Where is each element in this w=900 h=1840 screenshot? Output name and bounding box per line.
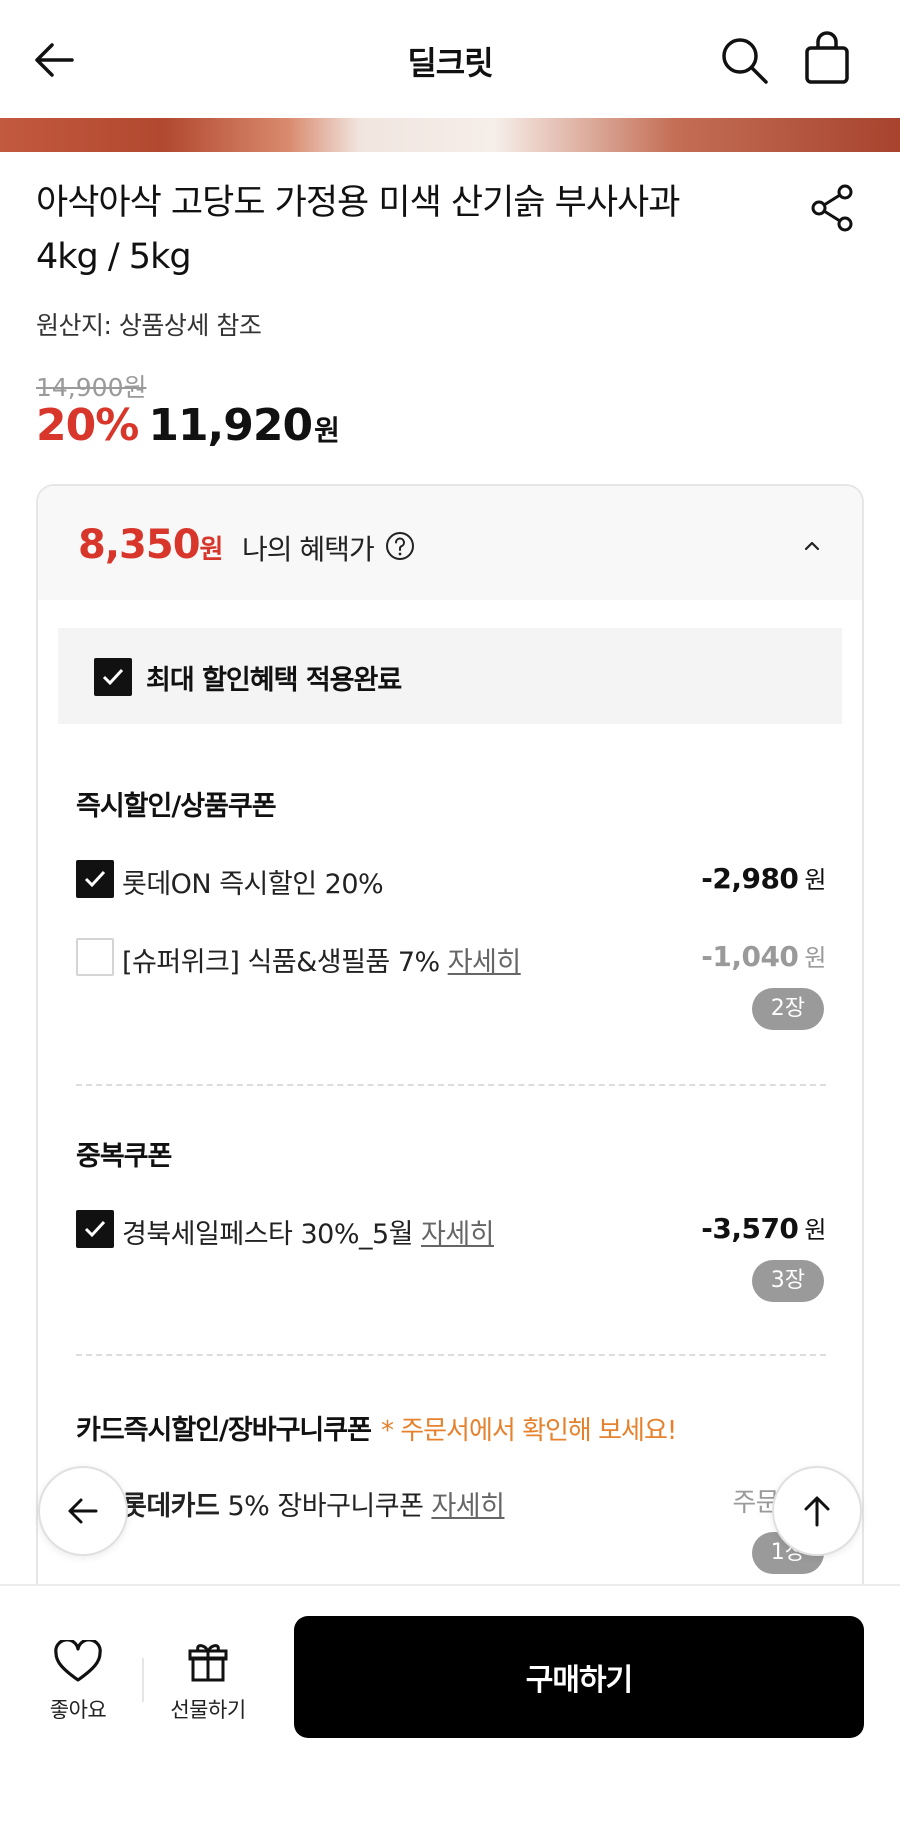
section-divider [76,1354,826,1356]
benefit-price-value: 8,350 [78,522,201,568]
coupon-label-text: 경북세일페스타 30%_5월 [122,1219,414,1250]
coupon-amount: -1,040 원 [701,938,826,973]
original-price: 14,900원 [36,373,147,402]
coupon-row-lottecard: 롯데카드 5% 장바구니쿠폰자세히 주문금액 [76,1482,826,1522]
coupon-detail-link[interactable]: 자세히 [431,1491,505,1522]
floating-back-button[interactable] [38,1466,128,1556]
max-discount-checkbox[interactable] [94,658,132,696]
bottom-action-bar: 좋아요 선물하기 구매하기 [0,1584,900,1840]
gift-icon [188,1644,228,1682]
checkmark-icon [102,668,124,686]
coupon-amount-value: -2,980 [701,862,799,895]
price-unit: 원 [314,414,340,447]
coupon-count-badge[interactable]: 3장 [751,1260,824,1302]
like-button[interactable]: 좋아요 [36,1638,120,1724]
benefit-card: 8,350원 나의 혜택가 최대 할인혜택 적용완료 즉시할인/상품쿠폰 롯데O… [36,484,864,1604]
buy-button[interactable]: 구매하기 [294,1616,864,1738]
coupon-label: [슈퍼위크] 식품&생필품 7% 자세히 [122,940,521,979]
bottom-divider [142,1658,144,1702]
section-note: * 주문서에서 확인해 보세요! [380,1416,677,1446]
coupon-label-text: 5% 장바구니쿠폰 [227,1491,424,1522]
product-image-strip [0,118,900,152]
product-title-line-1: 아삭아삭 고당도 가정용 미색 산기슭 부사사과 [36,183,680,223]
max-discount-label: 최대 할인혜택 적용완료 [146,665,402,696]
benefit-header[interactable]: 8,350원 나의 혜택가 [38,486,862,600]
discount-rate: 20% [36,400,139,451]
product-title: 아삭아삭 고당도 가정용 미색 산기슭 부사사과 4kg / 5kg [36,176,756,284]
chevron-up-icon[interactable] [796,530,828,562]
heart-icon [54,1638,102,1682]
section-title-instant: 즉시할인/상품쿠폰 [76,791,277,822]
max-discount-box: 최대 할인혜택 적용완료 [58,628,842,724]
coupon-amount: -2,980 원 [701,860,826,895]
coupon-row-lotteon: 롯데ON 즉시할인 20% -2,980 원 [76,860,826,900]
arrow-left-icon [68,1498,98,1524]
section-title-duplicate: 중복쿠폰 [76,1141,172,1172]
search-icon[interactable] [716,32,772,88]
coupon-amount-unit: 원 [804,1216,826,1244]
coupon-label-brand: 롯데카드 [122,1491,220,1522]
coupon-count-badge[interactable]: 2장 [751,988,824,1030]
coupon-label: 롯데카드 5% 장바구니쿠폰 자세히 [122,1484,505,1523]
coupon-checkbox[interactable] [76,938,114,976]
coupon-amount-value: -3,570 [701,1212,799,1245]
coupon-label: 롯데ON 즉시할인 20% [122,869,384,900]
section-title-card: 카드즉시할인/장바구니쿠폰 * 주문서에서 확인해 보세요! [76,1408,677,1447]
section-divider [76,1084,826,1086]
shopping-bag-icon[interactable] [798,30,856,88]
product-title-line-2: 4kg / 5kg [36,237,192,277]
coupon-amount-unit: 원 [804,866,826,894]
help-circle-icon[interactable] [384,530,416,562]
coupon-amount-unit: 원 [804,944,826,972]
benefit-price-unit: 원 [199,535,224,565]
coupon-row-superweek: [슈퍼위크] 식품&생필품 7% 자세히 -1,040 원 [76,938,826,978]
coupon-label: 경북세일페스타 30%_5월 자세히 [122,1212,495,1251]
coupon-amount-value: -1,040 [701,940,799,973]
checkmark-icon [84,1220,106,1238]
coupon-detail-link[interactable]: 자세히 [421,1219,495,1250]
price-row: 20% 11,920 원 [36,400,340,454]
coupon-detail-link[interactable]: 자세히 [448,947,522,978]
section-title-card-text: 카드즉시할인/장바구니쿠폰 [76,1415,372,1446]
share-icon[interactable] [808,182,856,234]
origin-text: 원산지: 상품상세 참조 [36,311,262,340]
gift-label: 선물하기 [170,1698,246,1722]
like-label: 좋아요 [49,1698,107,1722]
coupon-checkbox[interactable] [76,860,114,898]
top-header: 딜크릿 [0,0,900,118]
scroll-top-button[interactable] [772,1466,862,1556]
arrow-up-icon [804,1496,830,1527]
sale-price: 11,920 [148,400,313,451]
coupon-amount: -3,570 원 [701,1210,826,1245]
coupon-row-gyeongbuk: 경북세일페스타 30%_5월 자세히 -3,570 원 [76,1210,826,1250]
coupon-label-text: [슈퍼위크] 식품&생필품 7% [122,947,440,978]
gift-button[interactable]: 선물하기 [158,1640,258,1724]
coupon-checkbox[interactable] [76,1210,114,1248]
checkmark-icon [84,870,106,888]
benefit-label: 나의 혜택가 [242,533,375,566]
benefit-price: 8,350원 [78,522,224,568]
